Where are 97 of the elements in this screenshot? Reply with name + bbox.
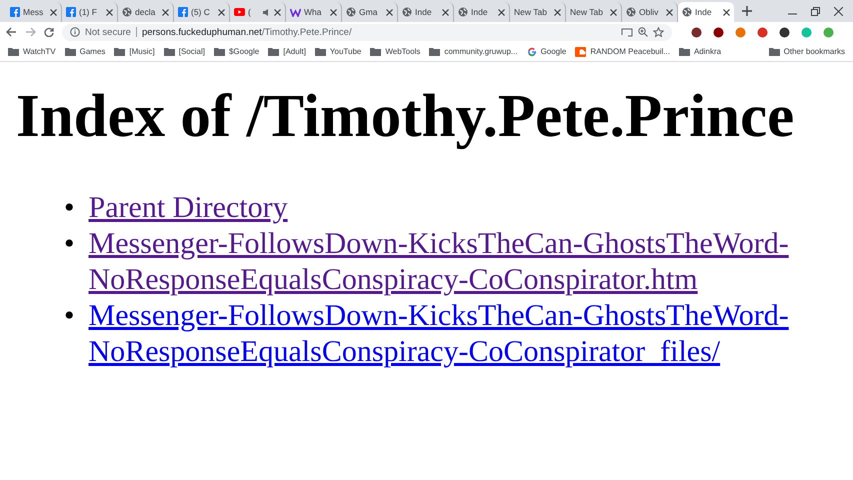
close-icon[interactable] (106, 8, 113, 16)
bookmark-label: [Adult] (283, 47, 306, 56)
url-text: persons.fuckeduphuman.net/Timothy.Pete.Prince/ (142, 26, 352, 38)
bookmark[interactable]: Adinkra (678, 47, 722, 56)
close-icon[interactable] (386, 8, 393, 16)
close-icon[interactable] (218, 8, 225, 16)
close-icon[interactable] (330, 8, 337, 16)
bookmark[interactable]: community.gruwup... (429, 47, 518, 56)
browser-tab[interactable]: Inde (454, 2, 510, 22)
folder-icon (164, 47, 175, 56)
browser-tab[interactable]: New Tab (510, 2, 566, 22)
bookmark-label: Other bookmarks (784, 47, 845, 56)
browser-tab[interactable]: decla (118, 2, 174, 22)
folder-icon (314, 47, 326, 56)
bookmark-label: [Music] (129, 47, 155, 56)
facebook-icon (66, 7, 76, 17)
close-icon[interactable] (162, 8, 169, 16)
bullet: • (64, 226, 75, 262)
page-heading: Index of /Timothy.Pete.Prince (16, 82, 796, 152)
close-icon[interactable] (610, 8, 617, 16)
facebook-icon (178, 7, 188, 17)
bookmark-label: Adinkra (694, 47, 722, 56)
back-icon[interactable] (6, 27, 17, 37)
browser-tab[interactable]: Inde (678, 2, 734, 22)
globe-icon (402, 7, 412, 17)
extension-icon[interactable] (779, 26, 790, 38)
bookmark[interactable]: WebTools (370, 47, 420, 56)
bookmark-label: Games (80, 47, 106, 56)
bookmark[interactable]: Games (64, 47, 106, 56)
globe-icon (626, 7, 636, 17)
star-icon[interactable] (653, 26, 664, 38)
browser-tab[interactable]: New Tab (566, 2, 622, 22)
close-icon[interactable] (554, 8, 561, 16)
bookmark[interactable]: YouTube (314, 47, 362, 56)
extension-icon[interactable] (691, 26, 702, 38)
browser-tab[interactable]: ( (230, 2, 286, 22)
bookmark-label: RANDOM Peacebuil... (590, 47, 670, 56)
new-tab-icon[interactable] (742, 6, 752, 16)
folder-icon (114, 47, 126, 56)
cloud-icon (575, 46, 586, 56)
bookmark-label: YouTube (330, 47, 362, 56)
zoom-icon[interactable] (638, 27, 648, 37)
folder-icon (678, 47, 690, 56)
close-icon[interactable] (442, 8, 449, 16)
bookmark-label: WatchTV (23, 47, 56, 56)
reload-icon[interactable] (44, 27, 54, 37)
close-icon[interactable] (666, 8, 673, 16)
bookmark[interactable]: Other bookmarks (768, 47, 845, 56)
browser-tab[interactable]: (1) F (62, 2, 118, 22)
bookmark-label: WebTools (385, 47, 420, 56)
bookmark[interactable]: [Social] (164, 47, 205, 56)
bookmark[interactable]: [Music] (114, 47, 155, 56)
file-link[interactable]: Parent Directory (88, 190, 794, 226)
file-link[interactable]: Messenger-FollowsDown-KicksTheCan-GhostsTheWord-NoResponseEqualsConspiracy-CoConspirator_files/ (88, 298, 794, 370)
security-label: Not secure (85, 26, 131, 38)
globe-icon (346, 7, 356, 17)
folder-icon (214, 47, 225, 56)
folder-icon (429, 47, 440, 56)
address-bar[interactable]: Not secure persons.fuckeduphuman.net/Timothy.Pete.Prince/ (62, 24, 672, 40)
browser-tab[interactable]: Inde (398, 2, 454, 22)
globe-icon (122, 7, 132, 17)
browser-tab[interactable]: Wha (286, 2, 342, 22)
folder-icon (64, 47, 76, 56)
info-icon (70, 27, 80, 37)
bookmark[interactable]: $Google (214, 47, 260, 56)
globe-icon (682, 7, 692, 17)
file-link[interactable]: Messenger-FollowsDown-KicksTheCan-GhostsTheWord-NoResponseEqualsConspiracy-CoConspirator.htm (88, 226, 794, 298)
bookmark[interactable]: RANDOM Peacebuil... (575, 46, 670, 56)
bookmark[interactable]: [Adult] (268, 47, 306, 56)
bookmark-label: community.gruwup... (444, 47, 518, 56)
close-icon[interactable] (723, 8, 730, 16)
close-icon[interactable] (498, 8, 505, 16)
play-icon (234, 8, 245, 16)
close-icon[interactable] (834, 6, 843, 16)
browser-tab[interactable]: Gma (342, 2, 398, 22)
bookmark[interactable]: WatchTV (8, 47, 56, 56)
w-logo-icon (290, 8, 301, 16)
globe-icon (458, 7, 468, 17)
extension-icon[interactable] (713, 26, 724, 38)
bookmark-label: [Social] (178, 47, 205, 56)
bookmark[interactable]: Google (526, 46, 566, 56)
bookmark-label: $Google (228, 47, 260, 56)
folder-icon (768, 47, 780, 56)
google-icon (526, 46, 537, 56)
restore-icon[interactable] (811, 6, 820, 16)
cast-icon[interactable] (621, 28, 633, 36)
browser-tab[interactable]: Mess (6, 2, 62, 22)
close-icon[interactable] (50, 8, 57, 16)
folder-icon (8, 47, 19, 56)
close-icon[interactable] (274, 8, 281, 16)
facebook-icon (10, 7, 20, 17)
browser-tab[interactable]: (5) C (174, 2, 230, 22)
bookmark-label: Google (540, 47, 566, 56)
bullet: • (64, 298, 75, 334)
folder-icon (370, 47, 382, 56)
bullet: • (64, 190, 75, 226)
folder-icon (268, 47, 280, 56)
